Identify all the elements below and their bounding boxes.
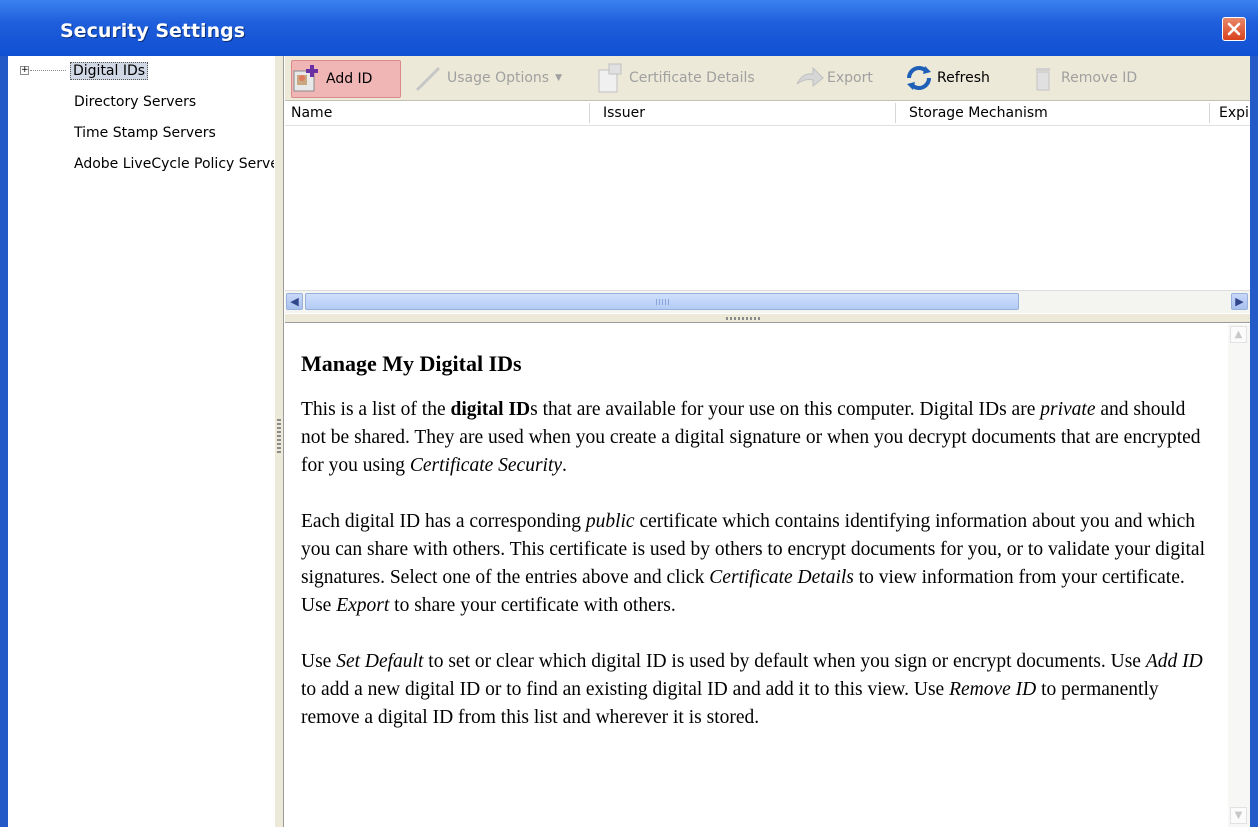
text-run-italic: private <box>1040 399 1096 420</box>
security-settings-window: Security Settings + Digital IDs Director… <box>0 0 1258 827</box>
window-title: Security Settings <box>60 20 246 42</box>
remove-id-label: Remove ID <box>1061 70 1138 86</box>
usage-options-label: Usage Options <box>447 70 550 86</box>
digital-ids-list[interactable] <box>285 126 1250 290</box>
help-paragraph: Each digital ID has a corresponding publ… <box>301 508 1211 620</box>
text-run: This is a list of the <box>301 399 451 420</box>
scrollbar-thumb[interactable] <box>305 293 1019 310</box>
close-button[interactable] <box>1222 17 1246 41</box>
text-run: Use <box>301 651 337 672</box>
text-run: to share your certificate with others. <box>389 595 676 616</box>
column-header-expires[interactable]: Expires <box>1219 105 1250 121</box>
text-run-italic: Add ID <box>1145 651 1203 672</box>
close-icon <box>1227 22 1241 36</box>
trash-icon <box>1036 68 1050 91</box>
text-run: Each digital ID has a corresponding <box>301 511 586 532</box>
scroll-right-icon[interactable]: ▶ <box>1231 293 1248 310</box>
text-run-italic: Certificate Details <box>709 567 854 588</box>
column-divider[interactable] <box>1209 103 1210 123</box>
title-bar[interactable]: Security Settings <box>0 0 1258 56</box>
remove-id-button[interactable]: Remove ID <box>1027 60 1137 96</box>
tree-item-directory-servers[interactable]: Directory Servers <box>74 94 196 110</box>
splitter-grip-icon <box>726 317 762 320</box>
category-tree: + Digital IDs Directory Servers Time Sta… <box>8 56 275 827</box>
vertical-scrollbar[interactable]: ▲ ▼ <box>1228 324 1250 827</box>
text-run: to add a new digital ID or to find an ex… <box>301 679 950 700</box>
thumb-grip-icon <box>656 299 670 305</box>
pen-icon <box>415 66 441 92</box>
column-divider[interactable] <box>895 103 896 123</box>
tree-item-time-stamp-servers[interactable]: Time Stamp Servers <box>74 125 216 141</box>
horizontal-scrollbar[interactable]: ◀ ▶ <box>285 290 1250 313</box>
add-id-button[interactable]: Add ID <box>291 60 401 98</box>
horizontal-splitter[interactable] <box>285 313 1250 323</box>
column-header-issuer[interactable]: Issuer <box>603 105 645 121</box>
tree-item-livecycle-policy-server[interactable]: Adobe LiveCycle Policy Server <box>74 156 274 172</box>
help-content: Manage My Digital IDs This is a list of … <box>301 334 1211 760</box>
tree-connector <box>30 70 66 71</box>
client-area: + Digital IDs Directory Servers Time Sta… <box>8 56 1250 827</box>
export-arrow-icon <box>796 66 824 88</box>
column-header-storage-mechanism[interactable]: Storage Mechanism <box>909 105 1048 121</box>
text-run: . <box>562 455 567 476</box>
help-paragraph: Use Set Default to set or clear which di… <box>301 648 1211 732</box>
help-paragraph: This is a list of the digital IDs that a… <box>301 396 1211 480</box>
toolbar: Add ID Usage Options ▼ Certificate Detai… <box>285 56 1250 101</box>
add-id-icon <box>293 65 318 92</box>
certificate-details-button[interactable]: Certificate Details <box>595 60 755 96</box>
column-header-name[interactable]: Name <box>291 105 332 121</box>
text-run-italic: Set Default <box>336 651 424 672</box>
digital-ids-pane: Add ID Usage Options ▼ Certificate Detai… <box>285 56 1250 827</box>
text-run-italic: Export <box>336 595 390 616</box>
scroll-up-icon[interactable]: ▲ <box>1230 326 1247 343</box>
certificate-icon <box>598 63 622 93</box>
scroll-down-icon[interactable]: ▼ <box>1230 807 1247 824</box>
refresh-icon <box>907 66 931 90</box>
tree-item-digital-ids[interactable]: Digital IDs <box>70 62 149 80</box>
usage-options-button[interactable]: Usage Options ▼ <box>413 60 562 96</box>
text-run: to set or clear which digital ID is used… <box>423 651 1146 672</box>
export-button[interactable]: Export <box>793 60 873 96</box>
column-divider[interactable] <box>589 103 590 123</box>
table-header: Name Issuer Storage Mechanism Expires <box>285 101 1250 126</box>
refresh-label: Refresh <box>937 70 990 86</box>
export-label: Export <box>827 70 873 86</box>
scroll-left-icon[interactable]: ◀ <box>286 293 303 310</box>
text-run-bold: digital ID <box>450 399 531 420</box>
text-run-italic: Remove ID <box>949 679 1037 700</box>
help-heading: Manage My Digital IDs <box>301 351 522 376</box>
text-run: s that are available for your use on thi… <box>530 399 1041 420</box>
vertical-splitter[interactable] <box>274 56 284 827</box>
chevron-down-icon: ▼ <box>555 73 563 83</box>
certificate-details-label: Certificate Details <box>629 70 755 86</box>
text-run-italic: Certificate Security <box>409 455 563 476</box>
text-run-italic: public <box>585 511 635 532</box>
expand-icon[interactable]: + <box>20 66 29 75</box>
refresh-button[interactable]: Refresh <box>903 60 990 96</box>
splitter-grip-icon <box>277 419 281 455</box>
help-panel: Manage My Digital IDs This is a list of … <box>285 324 1250 827</box>
add-id-label: Add ID <box>326 71 373 87</box>
